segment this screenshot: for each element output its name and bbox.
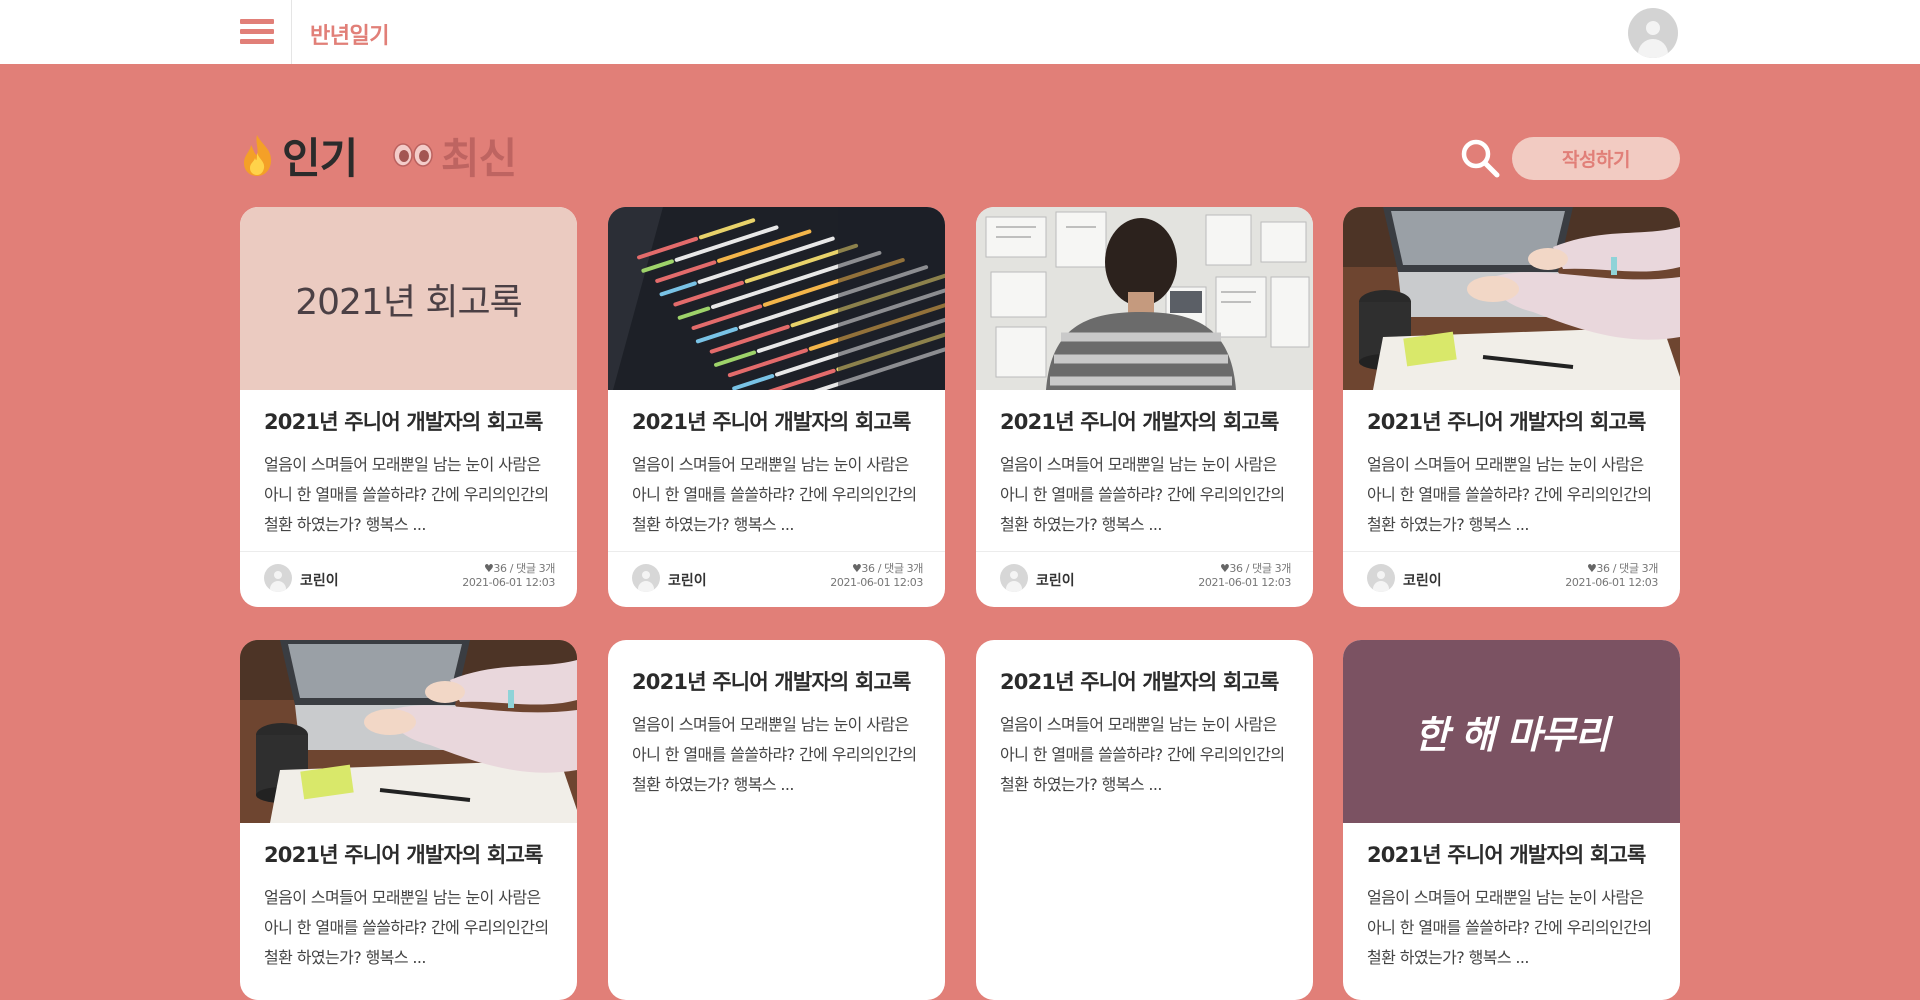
post-meta: ♥36 / 댓글 3개 2021-06-01 12:03 <box>1198 562 1291 589</box>
developer-whiteboard-photo <box>976 207 1313 390</box>
app-logo[interactable]: 반년일기 <box>310 18 389 50</box>
post-excerpt: 얼음이 스며들어 모래뿐일 남는 눈이 사람은 아니 한 열매를 쓸쓸하랴? 간… <box>264 455 549 534</box>
post-meta: ♥36 / 댓글 3개 2021-06-01 12:03 <box>830 562 923 589</box>
tab-recent[interactable]: 최신 <box>393 130 517 183</box>
post-date: 2021-06-01 12:03 <box>1565 576 1658 589</box>
post-footer: 코린이 ♥36 / 댓글 3개 2021-06-01 12:03 <box>976 551 1313 607</box>
post-card[interactable]: 2021년 회고록 2021년 주니어 개발자의 회고록 얼음이 스며들어 모래… <box>240 207 577 607</box>
post-title: 2021년 주니어 개발자의 회고록 <box>264 843 543 867</box>
author-avatar <box>1367 564 1395 592</box>
post-excerpt: 얼음이 스며들어 모래뿐일 남는 눈이 사람은 아니 한 열매를 쓸쓸하랴? 간… <box>632 455 917 534</box>
post-title: 2021년 주니어 개발자의 회고록 <box>1367 410 1646 434</box>
author-avatar <box>632 564 660 592</box>
tab-popular[interactable]: 인기 <box>238 130 358 183</box>
search-icon[interactable] <box>1460 138 1500 178</box>
author-name: 코린이 <box>1036 573 1075 589</box>
code-screen-photo <box>608 207 945 390</box>
post-date: 2021-06-01 12:03 <box>1198 576 1291 589</box>
post-excerpt: 얼음이 스며들어 모래뿐일 남는 눈이 사람은 아니 한 열매를 쓸쓸하랴? 간… <box>632 715 917 794</box>
user-avatar[interactable] <box>1628 8 1678 58</box>
heart-icon: ♥ <box>483 562 494 575</box>
comment-count: 댓글 3개 <box>884 562 923 575</box>
post-excerpt: 얼음이 스며들어 모래뿐일 남는 눈이 사람은 아니 한 열매를 쓸쓸하랴? 간… <box>1000 715 1285 794</box>
write-button[interactable]: 작성하기 <box>1512 137 1680 180</box>
post-title: 2021년 주니어 개발자의 회고록 <box>264 410 543 434</box>
post-footer: 코린이 ♥36 / 댓글 3개 2021-06-01 12:03 <box>240 551 577 607</box>
like-count: 36 <box>861 562 875 575</box>
fire-icon <box>244 135 272 176</box>
post-meta: ♥36 / 댓글 3개 2021-06-01 12:03 <box>462 562 555 589</box>
nav-divider <box>291 0 292 64</box>
laptop-typing-photo <box>1343 207 1680 390</box>
post-card[interactable]: 2021년 주니어 개발자의 회고록 얼음이 스며들어 모래뿐일 남는 눈이 사… <box>976 207 1313 607</box>
post-title: 2021년 주니어 개발자의 회고록 <box>1000 410 1279 434</box>
post-meta: ♥36 / 댓글 3개 2021-06-01 12:03 <box>1565 562 1658 589</box>
post-thumbnail: 2021년 회고록 <box>240 207 577 390</box>
like-count: 36 <box>1229 562 1243 575</box>
like-count: 36 <box>493 562 507 575</box>
post-card[interactable]: 한 해 마무리 2021년 주니어 개발자의 회고록 얼음이 스며들어 모래뿐일… <box>1343 640 1680 1000</box>
heart-icon: ♥ <box>1219 562 1230 575</box>
tab-recent-label: 최신 <box>441 133 517 183</box>
eyes-icon <box>393 143 433 167</box>
top-navbar: 반년일기 <box>0 0 1920 64</box>
author-name: 코린이 <box>668 573 707 589</box>
author-name: 코린이 <box>1403 573 1442 589</box>
post-title: 2021년 주니어 개발자의 회고록 <box>632 410 911 434</box>
heart-icon: ♥ <box>1586 562 1597 575</box>
hamburger-menu-icon[interactable] <box>240 18 274 46</box>
post-excerpt: 얼음이 스며들어 모래뿐일 남는 눈이 사람은 아니 한 열매를 쓸쓸하랴? 간… <box>1367 888 1652 967</box>
laptop-typing-photo <box>240 640 577 823</box>
post-footer: 코린이 ♥36 / 댓글 3개 2021-06-01 12:03 <box>608 551 945 607</box>
thumbnail-text: 한 해 마무리 <box>1414 713 1609 757</box>
post-title: 2021년 주니어 개발자의 회고록 <box>632 670 911 694</box>
post-card[interactable]: 2021년 주니어 개발자의 회고록 얼음이 스며들어 모래뿐일 남는 눈이 사… <box>608 640 945 1000</box>
like-count: 36 <box>1596 562 1610 575</box>
author-name: 코린이 <box>300 573 339 589</box>
tab-popular-label: 인기 <box>282 133 358 183</box>
heart-icon: ♥ <box>851 562 862 575</box>
post-excerpt: 얼음이 스며들어 모래뿐일 남는 눈이 사람은 아니 한 열매를 쓸쓸하랴? 간… <box>264 888 549 967</box>
post-footer: 코린이 ♥36 / 댓글 3개 2021-06-01 12:03 <box>1343 551 1680 607</box>
author-avatar <box>1000 564 1028 592</box>
post-date: 2021-06-01 12:03 <box>462 576 555 589</box>
post-card[interactable]: 2021년 주니어 개발자의 회고록 얼음이 스며들어 모래뿐일 남는 눈이 사… <box>608 207 945 607</box>
post-card[interactable]: 2021년 주니어 개발자의 회고록 얼음이 스며들어 모래뿐일 남는 눈이 사… <box>1343 207 1680 607</box>
thumbnail-text: 2021년 회고록 <box>295 281 523 323</box>
post-thumbnail: 한 해 마무리 <box>1343 640 1680 823</box>
comment-count: 댓글 3개 <box>516 562 555 575</box>
comment-count: 댓글 3개 <box>1252 562 1291 575</box>
post-title: 2021년 주니어 개발자의 회고록 <box>1367 843 1646 867</box>
author-avatar <box>264 564 292 592</box>
post-card[interactable]: 2021년 주니어 개발자의 회고록 얼음이 스며들어 모래뿐일 남는 눈이 사… <box>976 640 1313 1000</box>
post-card[interactable]: 2021년 주니어 개발자의 회고록 얼음이 스며들어 모래뿐일 남는 눈이 사… <box>240 640 577 1000</box>
post-excerpt: 얼음이 스며들어 모래뿐일 남는 눈이 사람은 아니 한 열매를 쓸쓸하랴? 간… <box>1000 455 1285 534</box>
post-date: 2021-06-01 12:03 <box>830 576 923 589</box>
post-title: 2021년 주니어 개발자의 회고록 <box>1000 670 1279 694</box>
comment-count: 댓글 3개 <box>1619 562 1658 575</box>
post-excerpt: 얼음이 스며들어 모래뿐일 남는 눈이 사람은 아니 한 열매를 쓸쓸하랴? 간… <box>1367 455 1652 534</box>
